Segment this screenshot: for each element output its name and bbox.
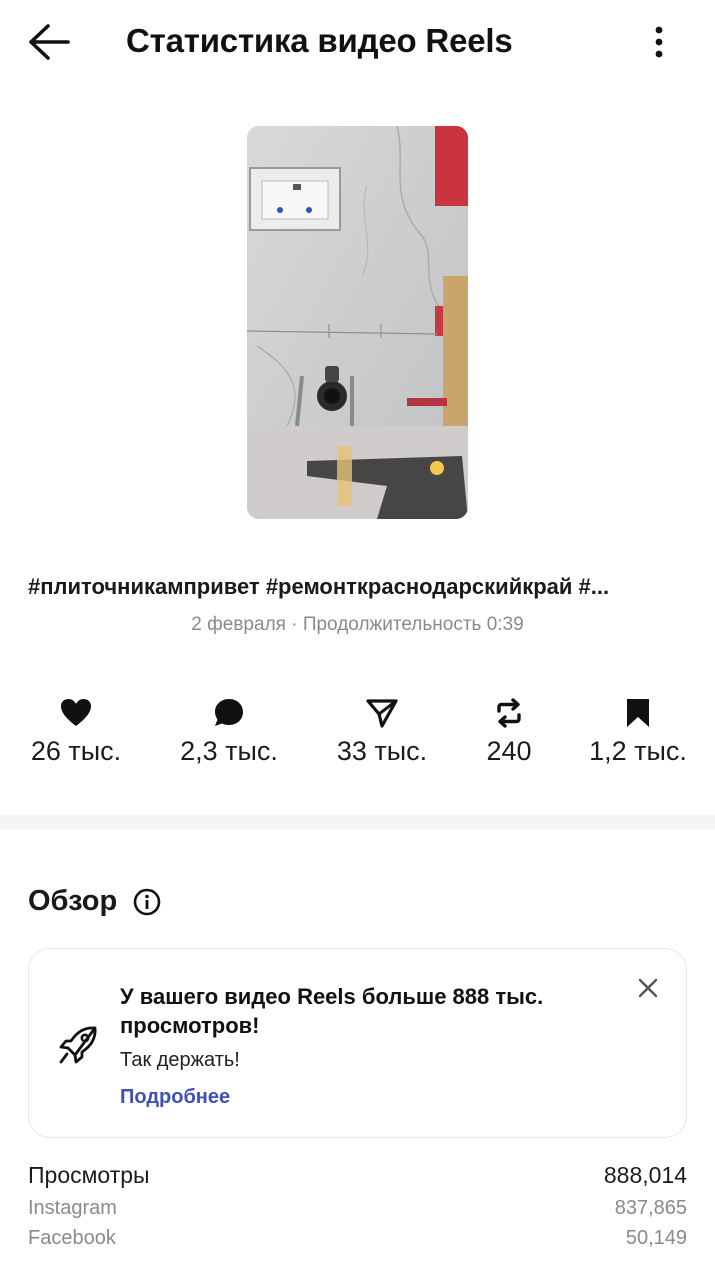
app-header: Статистика видео Reels [0, 0, 715, 86]
back-arrow-icon[interactable] [26, 22, 72, 62]
comments-stat: 2,3 тыс. [154, 696, 304, 767]
close-icon[interactable] [635, 975, 661, 1001]
milestone-text: Так держать! [120, 1049, 240, 1071]
page-title: Статистика видео Reels [126, 22, 513, 59]
heart-icon [1, 696, 151, 730]
repost-icon [434, 696, 584, 730]
comments-count: 2,3 тыс. [180, 736, 278, 766]
saves-count: 1,2 тыс. [589, 736, 687, 766]
post-caption: #плиточникампривет #ремонткраснодарскийк… [28, 574, 610, 599]
comment-icon [154, 696, 304, 730]
likes-count: 26 тыс. [30, 736, 122, 766]
milestone-card: У вашего видео Reels больше 888 тыс. про… [28, 948, 687, 1138]
breakdown-label: Facebook [28, 1227, 116, 1249]
likes-stat: 26 тыс. [1, 696, 151, 767]
reposts-count: 240 [486, 736, 532, 766]
reposts-stat: 240 [434, 696, 584, 767]
rocket-icon [57, 1024, 99, 1066]
views-label: Просмотры [28, 1162, 150, 1188]
more-options-icon[interactable] [644, 22, 674, 64]
breakdown-value: 837,865 [614, 1197, 687, 1219]
views-total: 888,014 [603, 1162, 687, 1188]
bookmark-icon [563, 696, 713, 730]
breakdown-value: 50,149 [625, 1227, 687, 1249]
section-divider [0, 815, 715, 829]
breakdown-label: Instagram [28, 1197, 117, 1219]
post-meta: 2 февраля · Продолжительность 0:39 [191, 614, 524, 635]
milestone-title: У вашего видео Reels больше 888 тыс. про… [120, 984, 544, 1038]
info-icon[interactable] [133, 888, 161, 916]
learn-more-link[interactable]: Подробнее [120, 1086, 230, 1109]
overview-title: Обзор [28, 885, 118, 917]
saves-stat: 1,2 тыс. [563, 696, 713, 767]
video-thumbnail[interactable] [247, 126, 468, 519]
